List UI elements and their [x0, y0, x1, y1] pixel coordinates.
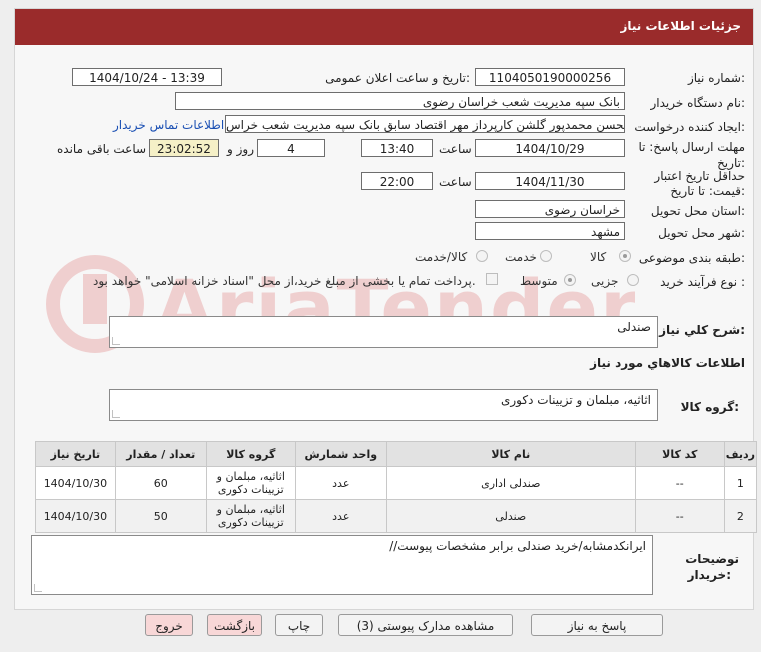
- cell-group: اثاثیه، مبلمان و تزیینات دکوری: [205, 499, 296, 533]
- announce-label: تاریخ و ساعت اعلان عمومی:: [325, 71, 470, 85]
- process-radio-medium[interactable]: [564, 274, 576, 286]
- cell-name: صندلی: [385, 499, 636, 533]
- category-option-goods: کالا: [590, 250, 607, 264]
- table-row: 1 -- صندلی اداری عدد اثاثیه، مبلمان و تز…: [35, 466, 758, 500]
- remaining-label: ساعت باقی مانده: [57, 142, 147, 156]
- city-field: مشهد: [475, 222, 625, 240]
- cell-row-number: 2: [723, 499, 758, 533]
- contact-buyer-link[interactable]: اطلاعات تماس خریدار: [113, 118, 224, 132]
- category-radio-service[interactable]: [540, 250, 552, 262]
- buyer-label: نام دستگاه خریدار:: [650, 96, 746, 110]
- details-panel: جزئیات اطلاعات نیاز AriaTender.net شماره…: [14, 8, 758, 610]
- col-header-row-number: ردیف: [723, 441, 758, 467]
- exit-button[interactable]: خروج: [145, 614, 193, 636]
- process-option-minor: جزیی: [591, 274, 619, 288]
- panel-header: جزئیات اطلاعات نیاز: [15, 9, 753, 45]
- table-header-row: ردیف کد کالا نام کالا واحد شمارش گروه کا…: [35, 441, 758, 467]
- need-number-label: شماره نیاز:: [687, 71, 745, 85]
- reply-button[interactable]: پاسخ به نیاز: [531, 614, 663, 636]
- validity-date-field: 1404/11/30: [475, 172, 625, 190]
- treasury-note: پرداخت تمام یا بخشی از مبلغ خرید،از محل …: [93, 274, 476, 288]
- col-header-name: نام کالا: [385, 441, 636, 467]
- remaining-time-field: 23:02:52: [149, 139, 219, 157]
- process-radio-minor[interactable]: [627, 274, 639, 286]
- cell-name: صندلی اداری: [385, 466, 636, 500]
- cell-date: 1404/10/30: [35, 499, 116, 533]
- days-label: روز و: [227, 142, 254, 156]
- validity-time-field: 22:00: [361, 172, 433, 190]
- need-number-field: 1104050190000256: [475, 68, 625, 86]
- col-header-code: کد کالا: [634, 441, 725, 467]
- table-row: 2 -- صندلی عدد اثاثیه، مبلمان و تزیینات …: [35, 499, 758, 533]
- goods-group-text: اثاثیه، مبلمان و تزیینات دکوری: [500, 393, 651, 407]
- back-button[interactable]: بازگشت: [207, 614, 262, 636]
- cell-quantity: 50: [114, 499, 207, 533]
- summary-text: صندلی: [617, 320, 651, 334]
- buyer-field: بانک سپه مدیریت شعب خراسان رضوی: [175, 92, 625, 110]
- category-radio-goods-service[interactable]: [476, 250, 488, 262]
- deadline-date-field: 1404/10/29: [475, 139, 625, 157]
- goods-group-label: گروه کالا:: [680, 400, 739, 414]
- validity-label-date: قیمت: تا تاریخ:: [670, 184, 745, 198]
- days-field: 4: [257, 139, 325, 157]
- validity-label: حداقل تاریخ اعتبار: [654, 169, 745, 183]
- resize-grip-icon: [112, 337, 120, 345]
- province-label: استان محل تحویل:: [650, 204, 745, 218]
- creator-label: ایجاد کننده درخواست:: [634, 120, 745, 134]
- goods-group-textarea[interactable]: اثاثیه، مبلمان و تزیینات دکوری: [109, 389, 658, 421]
- deadline-time-label: ساعت: [439, 142, 472, 156]
- resize-grip-icon: [112, 410, 120, 418]
- summary-label: شرح کلي نياز:: [659, 323, 745, 337]
- city-label: شهر محل تحویل:: [658, 226, 745, 240]
- creator-field: محسن محمدپور گلشن کارپرداز مهر اقتصاد سا…: [225, 115, 625, 133]
- cell-row-number: 1: [723, 466, 758, 500]
- deadline-label-date: تاریخ:: [717, 156, 745, 170]
- summary-textarea[interactable]: صندلی: [109, 316, 658, 348]
- panel-title: جزئیات اطلاعات نیاز: [620, 19, 741, 33]
- col-header-date: تاریخ نیاز: [35, 441, 116, 467]
- cell-unit: عدد: [294, 499, 387, 533]
- cell-group: اثاثیه، مبلمان و تزیینات دکوری: [205, 466, 296, 500]
- notes-textarea[interactable]: ایرانکدمشابه/خرید صندلی برابر مشخصات پیو…: [31, 535, 653, 595]
- category-label: طبقه بندی موضوعی:: [638, 251, 745, 265]
- process-label: نوع فرآیند خرید :: [660, 275, 745, 289]
- cell-unit: عدد: [294, 466, 387, 500]
- col-header-unit: واحد شمارش: [294, 441, 387, 467]
- notes-label-2: خریدار:: [687, 568, 731, 582]
- goods-info-title: اطلاعات کالاهاي مورد نياز: [590, 356, 745, 370]
- view-attachments-button[interactable]: مشاهده مدارک پیوستی (3): [338, 614, 513, 636]
- cell-quantity: 60: [114, 466, 207, 500]
- print-button[interactable]: چاپ: [275, 614, 323, 636]
- category-option-goods-service: کالا/خدمت: [415, 250, 468, 264]
- category-option-service: خدمت: [505, 250, 537, 264]
- col-header-quantity: تعداد / مقدار: [114, 441, 207, 467]
- treasury-checkbox[interactable]: [486, 273, 498, 285]
- col-header-group: گروه کالا: [205, 441, 296, 467]
- process-option-medium: متوسط: [520, 274, 558, 288]
- deadline-time-field: 13:40: [361, 139, 433, 157]
- goods-table: ردیف کد کالا نام کالا واحد شمارش گروه کا…: [35, 441, 758, 533]
- province-field: خراسان رضوی: [475, 200, 625, 218]
- announce-field: 1404/10/24 - 13:39: [72, 68, 222, 86]
- deadline-label: مهلت ارسال پاسخ: تا: [638, 140, 745, 154]
- resize-grip-icon: [34, 584, 42, 592]
- validity-time-label: ساعت: [439, 175, 472, 189]
- cell-date: 1404/10/30: [35, 466, 116, 500]
- cell-code: --: [634, 466, 725, 500]
- category-radio-goods[interactable]: [619, 250, 631, 262]
- notes-label: توضیحات: [685, 552, 739, 566]
- cell-code: --: [634, 499, 725, 533]
- notes-text: ایرانکدمشابه/خرید صندلی برابر مشخصات پیو…: [389, 539, 646, 553]
